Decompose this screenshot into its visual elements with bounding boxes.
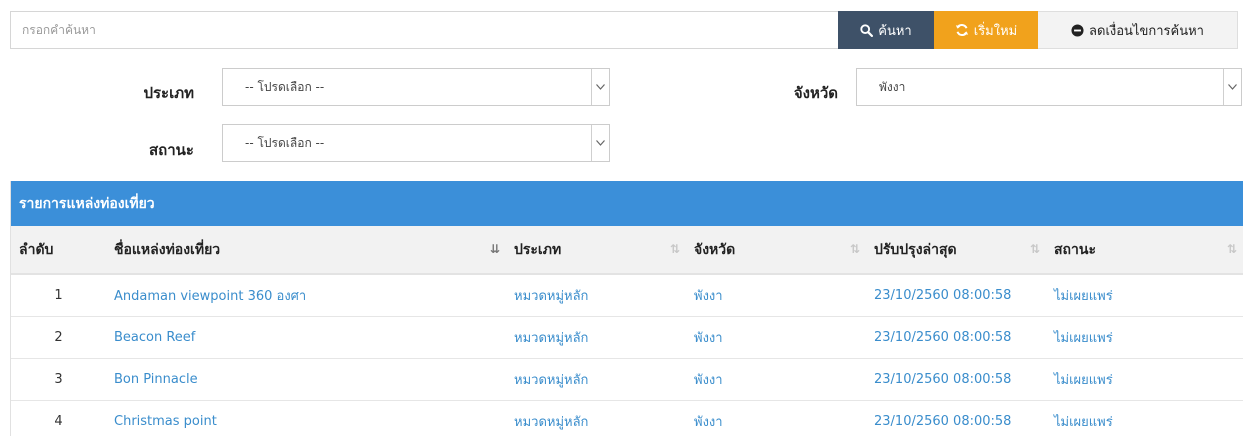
attraction-name-link[interactable]: Bon Pinnacle bbox=[114, 372, 198, 387]
reduce-conditions-label: ลดเงื่อนไขการค้นหา bbox=[1089, 23, 1204, 39]
attraction-status-link[interactable]: ไม่เผยแพร่ bbox=[1054, 373, 1113, 388]
search-button-label: ค้นหา bbox=[878, 23, 912, 39]
table-header-row: ลำดับ ชื่อแหล่งท่องเที่ยว ⇊ ประเภท ⇅ จังหว… bbox=[11, 226, 1243, 275]
column-header-type[interactable]: ประเภท ⇅ bbox=[506, 226, 686, 275]
chevron-down-icon bbox=[591, 125, 609, 161]
reduce-conditions-button[interactable]: ลดเงื่อนไขการค้นหา bbox=[1038, 11, 1238, 49]
chevron-down-icon bbox=[1223, 69, 1241, 105]
table-row: 3 Bon Pinnacle หมวดหมู่หลัก พังงา 23/10/… bbox=[11, 357, 1243, 400]
search-input[interactable] bbox=[10, 11, 838, 49]
province-select[interactable]: พังงา bbox=[856, 68, 1242, 106]
status-select[interactable]: -- โปรดเลือก -- bbox=[222, 124, 610, 162]
table-row: 4 Christmas point หมวดหมู่หลัก พังงา 23/… bbox=[11, 399, 1243, 436]
column-header-updated[interactable]: ปรับปรุงล่าสุด ⇅ bbox=[866, 226, 1046, 275]
row-number: 2 bbox=[11, 315, 106, 358]
sort-icon: ⇅ bbox=[849, 242, 860, 256]
minus-circle-icon bbox=[1071, 23, 1084, 37]
row-number: 1 bbox=[11, 273, 106, 316]
column-header-order[interactable]: ลำดับ bbox=[11, 226, 106, 275]
province-select-value: พังงา bbox=[879, 79, 906, 94]
type-filter-label: ประเภท bbox=[143, 84, 194, 102]
row-number: 3 bbox=[11, 357, 106, 400]
status-select-value: -- โปรดเลือก -- bbox=[245, 135, 325, 150]
attraction-status-link[interactable]: ไม่เผยแพร่ bbox=[1054, 289, 1113, 304]
table-row: 1 Andaman viewpoint 360 องศา หมวดหมู่หลั… bbox=[11, 273, 1243, 316]
attraction-province-link[interactable]: พังงา bbox=[694, 373, 723, 388]
attractions-panel: รายการแหล่งท่องเที่ยว ลำดับ ชื่อแหล่งท่อ… bbox=[10, 181, 1243, 436]
column-header-province[interactable]: จังหวัด ⇅ bbox=[686, 226, 866, 275]
attraction-type-link[interactable]: หมวดหมู่หลัก bbox=[514, 289, 588, 304]
attraction-type-link[interactable]: หมวดหมู่หลัก bbox=[514, 415, 588, 430]
sort-amount-desc-icon: ⇊ bbox=[489, 242, 500, 256]
search-bar: ค้นหา เริ่มใหม่ ลดเงื่อนไขการค้นหา bbox=[10, 11, 1238, 49]
attractions-table: ลำดับ ชื่อแหล่งท่องเที่ยว ⇊ ประเภท ⇅ จังหว… bbox=[11, 226, 1243, 436]
sort-icon: ⇅ bbox=[1029, 242, 1040, 256]
province-filter-label: จังหวัด bbox=[793, 84, 838, 102]
attraction-status-link[interactable]: ไม่เผยแพร่ bbox=[1054, 415, 1113, 430]
attraction-name-link[interactable]: Christmas point bbox=[114, 414, 217, 429]
sort-icon: ⇅ bbox=[669, 242, 680, 256]
panel-title: รายการแหล่งท่องเที่ยว bbox=[11, 181, 1243, 226]
attraction-name-link[interactable]: Andaman viewpoint 360 องศา bbox=[114, 289, 306, 304]
type-select-value: -- โปรดเลือก -- bbox=[245, 79, 325, 94]
row-number: 4 bbox=[11, 399, 106, 436]
attraction-status-link[interactable]: ไม่เผยแพร่ bbox=[1054, 331, 1113, 346]
attraction-type-link[interactable]: หมวดหมู่หลัก bbox=[514, 373, 588, 388]
attraction-province-link[interactable]: พังงา bbox=[694, 289, 723, 304]
reset-button-label: เริ่มใหม่ bbox=[973, 23, 1018, 39]
refresh-icon bbox=[955, 23, 969, 37]
attraction-type-link[interactable]: หมวดหมู่หลัก bbox=[514, 331, 588, 346]
attraction-province-link[interactable]: พังงา bbox=[694, 331, 723, 346]
attraction-province-link[interactable]: พังงา bbox=[694, 415, 723, 430]
attraction-name-link[interactable]: Beacon Reef bbox=[114, 330, 195, 345]
table-row: 2 Beacon Reef หมวดหมู่หลัก พังงา 23/10/2… bbox=[11, 315, 1243, 358]
column-header-name[interactable]: ชื่อแหล่งท่องเที่ยว ⇊ bbox=[106, 226, 506, 275]
reset-button[interactable]: เริ่มใหม่ bbox=[934, 11, 1038, 49]
search-icon bbox=[860, 23, 874, 37]
search-button[interactable]: ค้นหา bbox=[838, 11, 934, 49]
attraction-updated: 23/10/2560 08:00:58 bbox=[866, 399, 1046, 436]
type-select[interactable]: -- โปรดเลือก -- bbox=[222, 68, 610, 106]
column-header-status[interactable]: สถานะ ⇅ bbox=[1046, 226, 1243, 275]
attraction-updated: 23/10/2560 08:00:58 bbox=[866, 315, 1046, 358]
attraction-updated: 23/10/2560 08:00:58 bbox=[866, 357, 1046, 400]
status-filter-label: สถานะ bbox=[149, 141, 194, 159]
sort-icon: ⇅ bbox=[1226, 242, 1237, 256]
chevron-down-icon bbox=[591, 69, 609, 105]
attraction-updated: 23/10/2560 08:00:58 bbox=[866, 273, 1046, 316]
